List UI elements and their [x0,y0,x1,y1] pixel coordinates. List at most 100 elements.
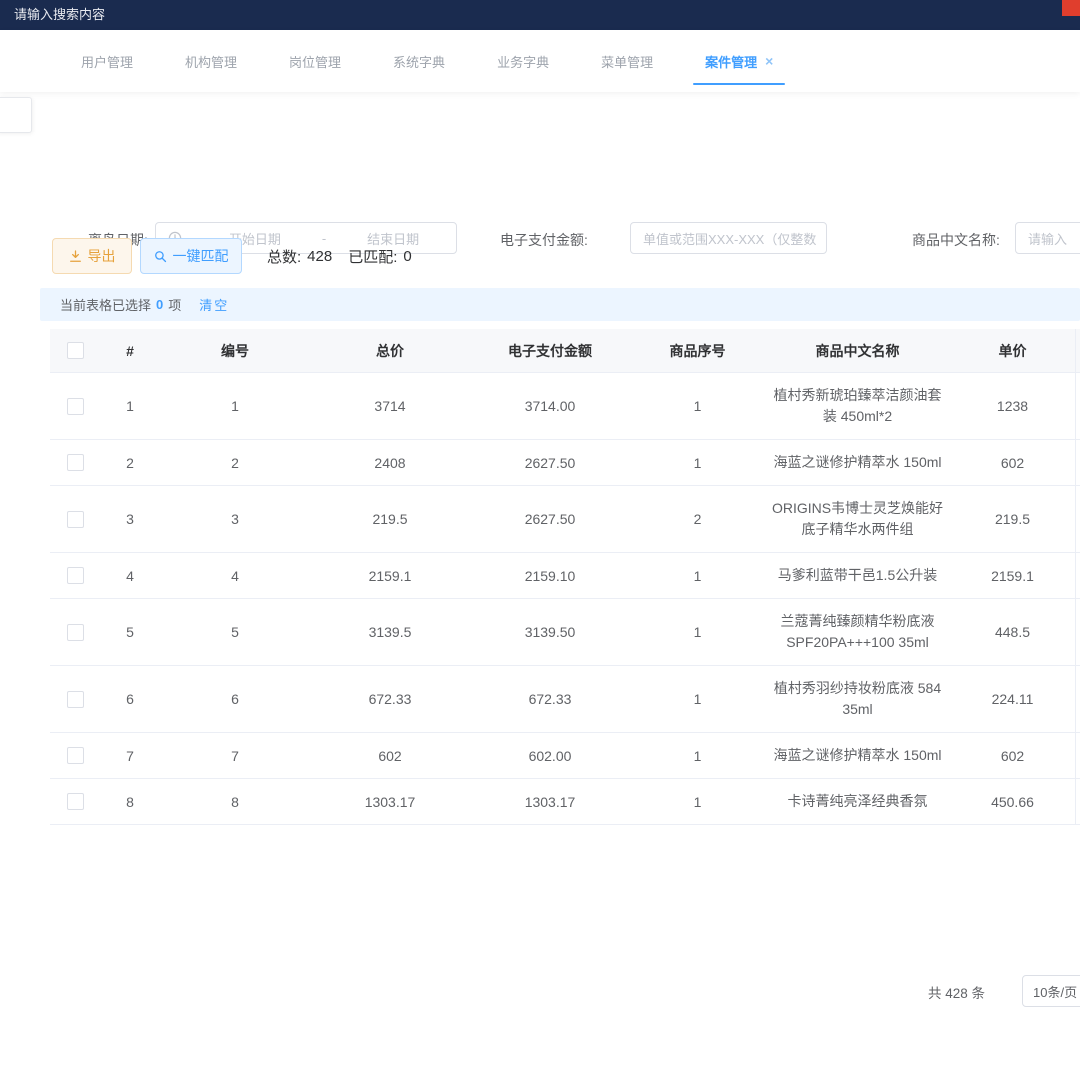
global-search-input[interactable]: 请输入搜索内容 [14,0,105,30]
row-checkbox-cell [50,373,100,439]
tab-label: 业务字典 [497,52,549,71]
cell-seq: 2 [630,486,765,552]
table-row: 66672.33672.331植村秀羽纱持妆粉底液 584 35ml224.11 [50,666,1080,733]
app-screen: 请输入搜索内容 用户管理 机构管理岗位管理 系统字典 业务字典 菜单管理案件管理× 离岛… [0,0,1080,1077]
cell-seq: 1 [630,553,765,598]
cell-total: 1303.17 [310,779,470,824]
row-checkbox-cell [50,553,100,598]
cell-seq: 1 [630,666,765,732]
cell-edge [1075,666,1080,732]
select-all-checkbox[interactable] [67,342,84,359]
topbar-red-badge [1062,0,1080,16]
cell-unit-price: 1238 [950,373,1075,439]
row-checkbox-cell [50,486,100,552]
selection-suffix: 项 [168,295,181,314]
cell-total: 3714 [310,373,470,439]
top-navbar: 请输入搜索内容 [0,0,1080,30]
col-header-name: 商品中文名称 [765,329,950,372]
one-click-match-button[interactable]: 一键匹配 [140,238,242,274]
tab-item-3[interactable]: 系统字典 [367,30,471,92]
product-name-filter-input[interactable]: 请输入 [1015,222,1080,254]
cell-unit-price: 219.5 [950,486,1075,552]
row-checkbox[interactable] [67,691,84,708]
cell-code: 1 [160,373,310,439]
tab-item-0[interactable]: 用户管理 [55,30,159,92]
table-body: 1137143714.001植村秀新琥珀臻萃洁颜油套装 450ml*212382… [50,373,1080,825]
cell-edge [1075,733,1080,778]
tab-item-1[interactable]: 机构管理 [159,30,263,92]
row-checkbox[interactable] [67,793,84,810]
cell-epay: 2159.10 [470,553,630,598]
tab-item-2[interactable]: 岗位管理 [263,30,367,92]
cell-seq: 1 [630,733,765,778]
clear-selection-link[interactable]: 清空 [199,295,229,314]
row-checkbox-cell [50,599,100,665]
matched-value: 0 [403,248,411,265]
cell-epay: 2627.50 [470,440,630,485]
total-value: 428 [307,248,332,265]
row-checkbox[interactable] [67,511,84,528]
tab-bar-items: 用户管理 机构管理岗位管理 系统字典 业务字典 菜单管理案件管理× [0,30,1080,92]
col-header-index: # [100,329,160,372]
cell-index: 1 [100,373,160,439]
cell-total: 602 [310,733,470,778]
row-checkbox-cell [50,666,100,732]
col-header-unit: 单价 [950,329,1075,372]
table-row: 1137143714.001植村秀新琥珀臻萃洁颜油套装 450ml*21238 [50,373,1080,440]
row-checkbox[interactable] [67,454,84,471]
cell-index: 3 [100,486,160,552]
tab-item-5[interactable]: 菜单管理 [575,30,679,92]
table-row: 553139.53139.501兰蔻菁纯臻颜精华粉底液SPF20PA+++100… [50,599,1080,666]
col-header-epay: 电子支付金额 [470,329,630,372]
row-checkbox-cell [50,779,100,824]
filter-bar: 离岛日期: 开始日期 - 结束日期 电子支付金额: 单值或范围XXX-XXX（仅… [0,95,1080,175]
cell-edge [1075,486,1080,552]
tab-close-icon[interactable]: × [765,54,773,68]
row-checkbox-cell [50,440,100,485]
cell-total: 219.5 [310,486,470,552]
search-icon [154,250,167,263]
cell-seq: 1 [630,599,765,665]
cell-total: 672.33 [310,666,470,732]
cell-code: 7 [160,733,310,778]
col-header-code: 编号 [160,329,310,372]
row-checkbox[interactable] [67,747,84,764]
tab-label: 系统字典 [393,52,445,71]
product-name-filter-label: 商品中文名称: [912,230,1000,250]
cell-unit-price: 224.11 [950,666,1075,732]
header-checkbox-cell [50,329,100,372]
export-button[interactable]: 导出 [52,238,132,274]
row-checkbox[interactable] [67,624,84,641]
tab-label: 用户管理 [81,52,133,71]
cell-product-name: 植村秀新琥珀臻萃洁颜油套装 450ml*2 [765,373,950,439]
cell-code: 6 [160,666,310,732]
cell-product-name: 海蓝之谜修护精萃水 150ml [765,440,950,485]
cell-code: 8 [160,779,310,824]
table-row: 2224082627.501海蓝之谜修护精萃水 150ml602 [50,440,1080,486]
selection-info-bar: 当前表格已选择 0 项 清空 [40,288,1080,321]
tab-item-6[interactable]: 案件管理× [679,30,799,92]
cell-edge [1075,373,1080,439]
one-click-match-label: 一键匹配 [173,246,229,266]
cell-unit-price: 602 [950,440,1075,485]
cell-unit-price: 2159.1 [950,553,1075,598]
col-header-total: 总价 [310,329,470,372]
cell-product-name: 海蓝之谜修护精萃水 150ml [765,733,950,778]
cell-seq: 1 [630,779,765,824]
selection-prefix: 当前表格已选择 [60,295,151,314]
cell-index: 7 [100,733,160,778]
download-icon [69,250,82,263]
cell-total: 3139.5 [310,599,470,665]
table-header-row: # 编号 总价 电子支付金额 商品序号 商品中文名称 单价 [50,329,1080,373]
cell-code: 4 [160,553,310,598]
cell-index: 4 [100,553,160,598]
row-checkbox[interactable] [67,567,84,584]
cell-product-name: ORIGINS韦博士灵芝焕能好底子精华水两件组 [765,486,950,552]
epay-filter-input[interactable]: 单值或范围XXX-XXX（仅整数 [630,222,827,254]
page-size-select[interactable]: 10条/页 [1022,975,1080,1007]
cell-product-name: 卡诗菁纯亮泽经典香氛 [765,779,950,824]
cell-epay: 1303.17 [470,779,630,824]
tab-item-4[interactable]: 业务字典 [471,30,575,92]
row-checkbox[interactable] [67,398,84,415]
table-row: 33219.52627.502ORIGINS韦博士灵芝焕能好底子精华水两件组21… [50,486,1080,553]
